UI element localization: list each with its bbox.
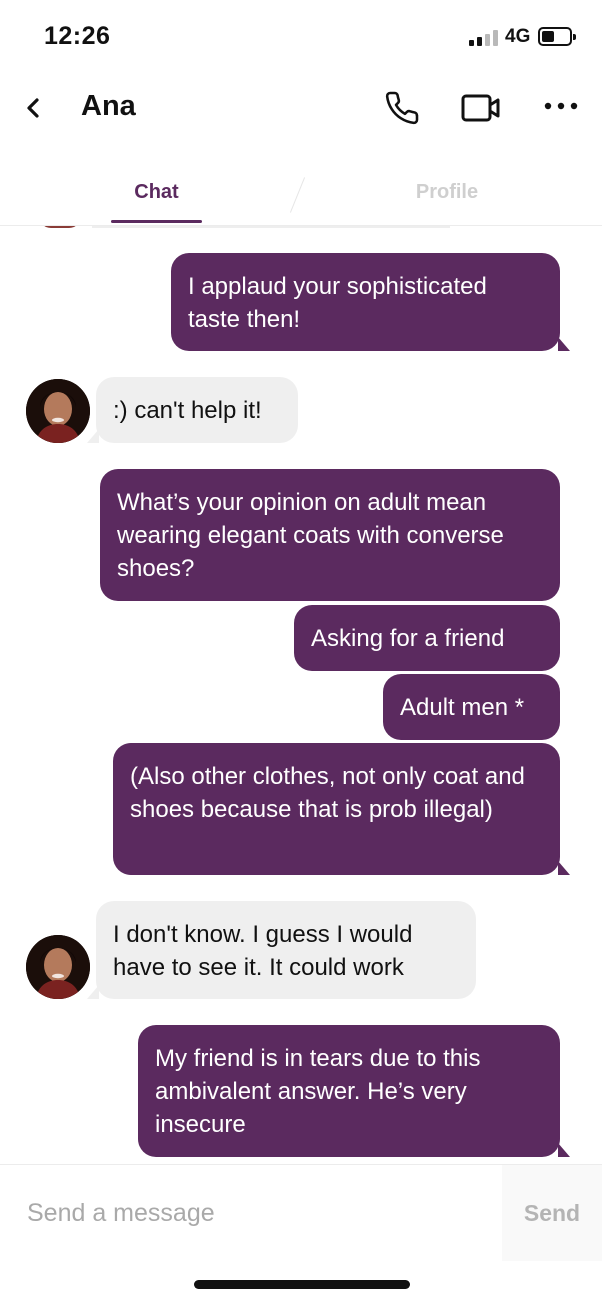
partial-avatar <box>39 226 81 228</box>
outgoing-message-bubble[interactable]: My friend is in tears due to this ambiva… <box>138 1025 560 1157</box>
incoming-message-bubble[interactable]: I don't know. I guess I would have to se… <box>96 901 476 999</box>
more-options-button[interactable] <box>543 96 579 116</box>
video-camera-icon <box>461 94 500 122</box>
chevron-left-icon <box>27 98 39 118</box>
message-text: Adult men * <box>400 694 525 721</box>
status-time: 12:26 <box>44 22 111 50</box>
outgoing-message-bubble[interactable]: What’s your opinion on adult mean wearin… <box>100 469 560 601</box>
partial-message <box>92 226 450 228</box>
chat-tabs: Chat Profile <box>0 162 602 226</box>
tab-profile[interactable]: Profile <box>400 181 494 204</box>
battery-icon <box>538 27 576 46</box>
back-button[interactable] <box>22 93 46 123</box>
cellular-signal-icon <box>469 30 499 46</box>
message-text: (Also other clothes, not only coat and s… <box>130 763 525 823</box>
phone-icon <box>385 91 419 125</box>
active-tab-indicator <box>111 220 202 223</box>
message-input[interactable] <box>0 1165 500 1261</box>
tab-divider <box>289 177 306 213</box>
message-text: My friend is in tears due to this ambiva… <box>155 1045 481 1138</box>
message-list[interactable]: I applaud your sophisticated taste then!… <box>0 226 602 1164</box>
message-text: I don't know. I guess I would have to se… <box>113 921 413 981</box>
message-text: :) can't help it! <box>113 397 262 424</box>
incoming-message-bubble[interactable]: :) can't help it! <box>96 377 298 443</box>
outgoing-message-bubble[interactable]: (Also other clothes, not only coat and s… <box>113 743 560 875</box>
send-button[interactable]: Send <box>502 1165 602 1261</box>
video-call-button[interactable] <box>460 91 502 125</box>
home-indicator[interactable] <box>194 1280 410 1289</box>
tab-chat[interactable]: Chat <box>111 181 202 204</box>
message-text: I applaud your sophisticated taste then! <box>188 273 487 333</box>
outgoing-message-bubble[interactable]: I applaud your sophisticated taste then! <box>171 253 560 351</box>
message-composer: Send <box>0 1164 602 1261</box>
message-text: What’s your opinion on adult mean wearin… <box>117 489 504 582</box>
outgoing-message-bubble[interactable]: Adult men * <box>383 674 560 740</box>
more-horizontal-icon <box>544 102 578 110</box>
contact-avatar[interactable] <box>26 379 90 443</box>
voice-call-button[interactable] <box>384 90 420 126</box>
outgoing-message-bubble[interactable]: Asking for a friend <box>294 605 560 671</box>
contact-name[interactable]: Ana <box>81 90 136 123</box>
chat-header: Ana <box>0 76 602 140</box>
status-bar: 12:26 4G <box>0 0 602 72</box>
network-type-label: 4G <box>505 26 531 47</box>
message-text: Asking for a friend <box>311 625 505 652</box>
contact-avatar[interactable] <box>26 935 90 999</box>
